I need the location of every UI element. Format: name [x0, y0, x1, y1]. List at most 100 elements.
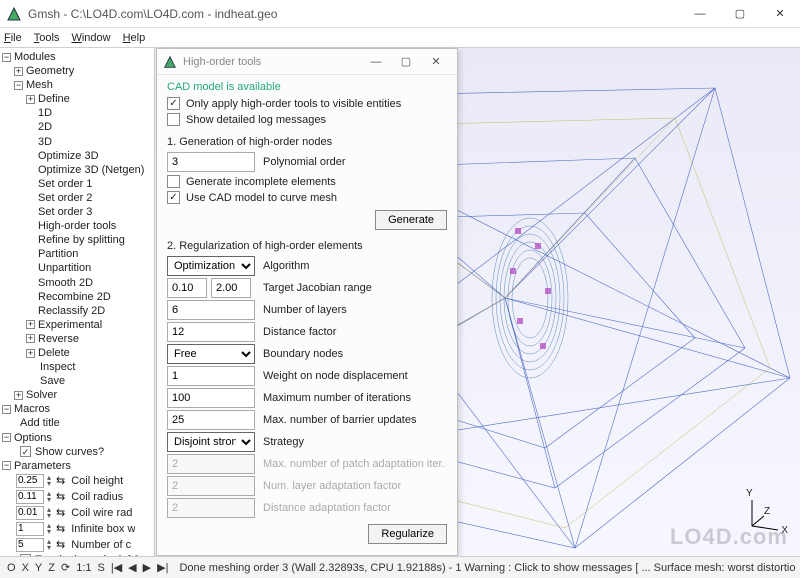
param-value-input[interactable]	[16, 474, 44, 488]
spinner-icon[interactable]: ▴▾	[44, 507, 54, 519]
spinner-icon[interactable]: ▴▾	[44, 491, 54, 503]
tree-modules[interactable]: Modules	[14, 51, 56, 63]
minimize-button[interactable]: —	[680, 0, 720, 28]
tree-expand-icon[interactable]: +	[14, 391, 23, 400]
status-button[interactable]: 1:1	[73, 562, 94, 574]
param-value-input[interactable]	[16, 490, 44, 504]
tree-mesh-item[interactable]: Smooth 2D	[38, 277, 93, 289]
tree-expand-icon[interactable]: +	[26, 95, 35, 104]
max-iterations-input[interactable]	[167, 388, 255, 408]
tree-expand-icon[interactable]: +	[26, 320, 35, 329]
tree-mesh-item[interactable]: Optimize 3D	[38, 150, 99, 162]
param-slider-icon[interactable]: ⇆	[56, 474, 65, 488]
status-button[interactable]: S	[95, 562, 108, 574]
tree-expand-icon[interactable]: +	[14, 67, 23, 76]
tree-collapse-icon[interactable]: −	[2, 405, 11, 414]
param-value-input[interactable]	[16, 506, 44, 520]
dialog-close-button[interactable]: ✕	[421, 55, 451, 68]
tree-mesh-item[interactable]: Recombine 2D	[38, 291, 111, 303]
section1-heading: 1. Generation of high-order nodes	[167, 136, 447, 148]
tree-mesh-item[interactable]: 3D	[38, 136, 52, 148]
regularize-button[interactable]: Regularize	[368, 524, 447, 544]
jacobian-lo-input[interactable]	[167, 278, 207, 298]
dialog-logo-icon	[163, 55, 177, 69]
algorithm-select[interactable]: Optimization	[167, 256, 255, 276]
tree-solver[interactable]: Solver	[26, 389, 57, 401]
tree-mesh-tail-item[interactable]: Inspect	[40, 361, 75, 373]
generate-button[interactable]: Generate	[375, 210, 447, 230]
tree-mesh-tail-item[interactable]: Reverse	[38, 333, 79, 345]
status-button[interactable]: |◀	[108, 562, 125, 574]
tree-mesh-item[interactable]: Unpartition	[38, 263, 91, 275]
tree-show-curves[interactable]: Show curves?	[35, 446, 104, 458]
tree-mesh-item[interactable]: Optimize 3D (Netgen)	[38, 164, 144, 176]
spinner-icon[interactable]: ▴▾	[44, 523, 54, 535]
menu-tools[interactable]: Tools	[34, 32, 60, 44]
polynomial-order-input[interactable]	[167, 152, 255, 172]
log-messages-checkbox[interactable]	[167, 113, 180, 126]
tree-options[interactable]: Options	[14, 432, 52, 444]
status-button[interactable]: ◀	[125, 562, 139, 574]
status-button[interactable]: ▶	[140, 562, 154, 574]
tree-macros[interactable]: Macros	[14, 403, 50, 415]
close-button[interactable]: ✕	[760, 0, 800, 28]
menu-file[interactable]: File	[4, 32, 22, 44]
param-slider-icon[interactable]: ⇆	[56, 522, 65, 536]
tree-collapse-icon[interactable]: −	[14, 81, 23, 90]
layers-input[interactable]	[167, 300, 255, 320]
show-curves-checkbox[interactable]: ✓	[20, 446, 31, 457]
boundary-nodes-select[interactable]: Free	[167, 344, 255, 364]
tree-mesh-item[interactable]: Reclassify 2D	[38, 305, 105, 317]
status-button[interactable]: ▶|	[154, 562, 171, 574]
param-value-input[interactable]	[16, 522, 44, 536]
barrier-updates-input[interactable]	[167, 410, 255, 430]
menu-window[interactable]: Window	[71, 32, 110, 44]
status-button[interactable]: X	[19, 562, 32, 574]
spinner-icon[interactable]: ▴▾	[44, 539, 54, 551]
tree-mesh-item[interactable]: Partition	[38, 248, 78, 260]
param-slider-icon[interactable]: ⇆	[56, 538, 65, 552]
param-slider-icon[interactable]: ⇆	[56, 506, 65, 520]
tree-geometry[interactable]: Geometry	[26, 65, 74, 77]
tree-mesh-tail-item[interactable]: Save	[40, 375, 65, 387]
jacobian-hi-input[interactable]	[211, 278, 251, 298]
tree-collapse-icon[interactable]: −	[2, 53, 11, 62]
visible-entities-checkbox[interactable]: ✓	[167, 97, 180, 110]
dialog-minimize-button[interactable]: —	[361, 56, 391, 68]
tree-collapse-icon[interactable]: −	[2, 461, 11, 470]
status-button[interactable]: Z	[45, 562, 58, 574]
tree-mesh-tail-item[interactable]: Delete	[38, 347, 70, 359]
tree-mesh-item[interactable]: Set order 1	[38, 178, 92, 190]
incomplete-elements-checkbox[interactable]	[167, 175, 180, 188]
tree-collapse-icon[interactable]: −	[2, 433, 11, 442]
weight-input[interactable]	[167, 366, 255, 386]
param-slider-icon[interactable]: ⇆	[56, 490, 65, 504]
status-button[interactable]: O	[4, 562, 19, 574]
tree-mesh-item[interactable]: Refine by splitting	[38, 234, 125, 246]
tree-parameters[interactable]: Parameters	[14, 460, 71, 472]
status-button[interactable]: Y	[32, 562, 45, 574]
distance-factor-input[interactable]	[167, 322, 255, 342]
strategy-select[interactable]: Disjoint strong	[167, 432, 255, 452]
maximize-button[interactable]: ▢	[720, 0, 760, 28]
menu-help[interactable]: Help	[123, 32, 146, 44]
tree-mesh-item[interactable]: Set order 2	[38, 192, 92, 204]
tree-mesh-item[interactable]: Set order 3	[38, 206, 92, 218]
tree-mesh-tail-item[interactable]: Experimental	[38, 319, 102, 331]
tree-mesh-item[interactable]: 2D	[38, 122, 52, 134]
tree-add-title[interactable]: Add title	[20, 418, 60, 430]
param-value-input[interactable]	[16, 538, 44, 552]
dialog-maximize-button[interactable]: ▢	[391, 55, 421, 68]
tree-mesh[interactable]: Mesh	[26, 79, 53, 91]
spinner-icon[interactable]: ▴▾	[44, 475, 54, 487]
use-cad-label: Use CAD model to curve mesh	[186, 192, 337, 204]
tree-define[interactable]: Define	[38, 93, 70, 105]
patch-adapt-input	[167, 454, 255, 474]
use-cad-checkbox[interactable]: ✓	[167, 191, 180, 204]
tree-expand-icon[interactable]: +	[26, 349, 35, 358]
status-button[interactable]: ⟳	[58, 562, 73, 574]
tree-expand-icon[interactable]: +	[26, 334, 35, 343]
tree-mesh-item[interactable]: 1D	[38, 107, 52, 119]
status-message[interactable]: Done meshing order 3 (Wall 2.32893s, CPU…	[179, 562, 796, 574]
tree-mesh-item[interactable]: High-order tools	[38, 220, 116, 232]
